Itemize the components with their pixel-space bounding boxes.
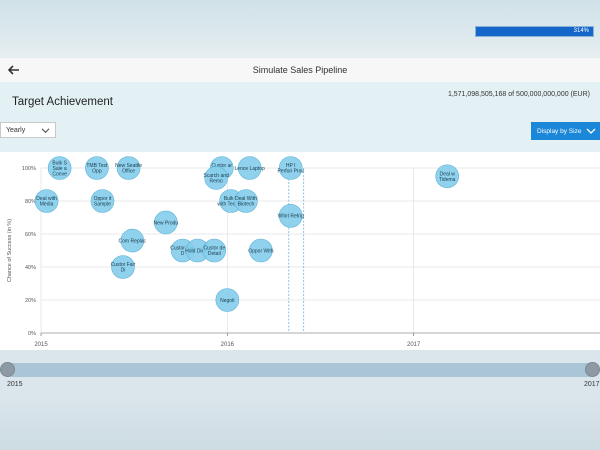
y-tick-label: 40% [25, 265, 36, 271]
bubble-label: Oppor With [248, 248, 274, 254]
bubble-label: Media [40, 202, 54, 208]
target-progress-bar: 314% [475, 26, 594, 37]
y-tick-label: 80% [25, 199, 36, 205]
y-tick-label: 20% [25, 298, 36, 304]
bubble-chart: 0% 20% 40% 60% 80% 100% 2015 2016 2017 Chance of … [7, 156, 600, 348]
range-start-handle[interactable] [0, 362, 15, 377]
display-by-label: Display by Size [537, 127, 582, 135]
chevron-down-icon [586, 128, 596, 134]
target-value-text: 1,571,098,505,168 of 500,000,000,000 (EU… [447, 91, 590, 98]
chevron-down-icon [41, 128, 50, 134]
range-end-label: 2017 [584, 381, 600, 388]
bubble-label: Remo [209, 178, 223, 184]
bubble-label: Office [122, 169, 135, 175]
bottom-background [0, 395, 600, 450]
progress-fill: 314% [476, 27, 593, 36]
y-tick-label: 60% [25, 232, 36, 238]
bubble-label: Sample [94, 202, 111, 208]
back-button[interactable] [4, 60, 24, 80]
y-axis-label: Chance of Success (in %) [7, 219, 13, 282]
bubble-label: Tidema [439, 177, 456, 183]
bubble-label: New Produ [153, 220, 178, 226]
bubble-label: Opp [92, 169, 102, 175]
chart-area: 0% 20% 40% 60% 80% 100% 2015 2016 2017 Chance of … [0, 152, 600, 350]
section-heading: Target Achievement [12, 96, 114, 108]
x-tick-label: 2017 [407, 342, 421, 348]
title-bar: Simulate Sales Pipeline [0, 58, 600, 83]
bubble-label: Biotech [238, 202, 255, 208]
bubble-label: Lenov Laptop [235, 166, 266, 172]
bubble-label: Detail [208, 251, 221, 257]
page-title: Simulate Sales Pipeline [252, 65, 348, 75]
x-tick-label: 2015 [34, 342, 48, 348]
display-by-button[interactable]: Display by Size [531, 122, 600, 140]
bubble-label: Perfori Prov [277, 169, 304, 175]
y-tick-label: 0% [28, 331, 36, 337]
bubble-label: Negoti [220, 298, 234, 304]
period-select[interactable]: Yearly [0, 122, 56, 138]
range-start-label: 2015 [7, 381, 23, 388]
bubble-label: Conve [52, 171, 67, 177]
bubble-label: Whirl Refrig [278, 214, 304, 220]
range-end-handle[interactable] [585, 362, 600, 377]
header-panel: Target Achievement 1,571,098,505,168 of … [0, 82, 600, 152]
x-tick-label: 2016 [221, 342, 235, 348]
period-select-value: Yearly [6, 126, 26, 134]
back-arrow-icon [8, 65, 19, 75]
range-selector-track[interactable] [7, 363, 593, 377]
bubble-label: Di [121, 268, 126, 274]
y-tick-label: 100% [22, 166, 36, 172]
bubble-label: Com Replac [119, 238, 147, 244]
